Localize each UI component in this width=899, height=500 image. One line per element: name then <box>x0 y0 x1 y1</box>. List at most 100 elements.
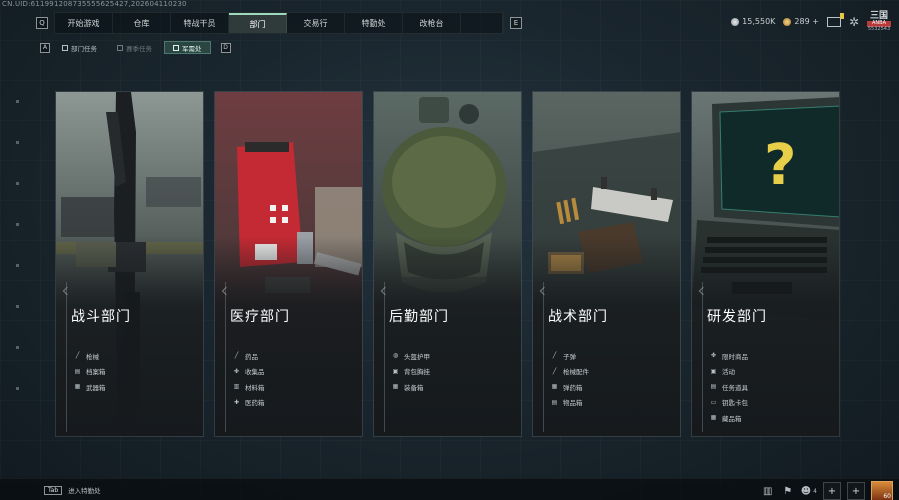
list-item[interactable]: ✚ 医药箱 <box>233 395 265 411</box>
weapon-box-icon: ▦ <box>74 383 81 391</box>
player-level: 60 <box>883 493 891 500</box>
avatar[interactable]: 60 <box>871 481 893 500</box>
special-service-shortcut[interactable]: Tab 进入特勤处 <box>44 485 101 495</box>
card-title: 后勤部门 <box>389 309 449 325</box>
tab-operators[interactable]: 特战干员 <box>171 13 229 33</box>
subtab-season-tasks[interactable]: 赛季任务 <box>109 41 160 54</box>
backpack-icon: ▣ <box>392 367 399 375</box>
helmet-armor-icon: ◍ <box>392 352 399 360</box>
subnav-prev-key[interactable]: A <box>40 42 50 53</box>
card-divider-line <box>225 282 226 432</box>
card-divider-line <box>66 282 67 432</box>
list-item[interactable]: ▤ 物品箱 <box>551 395 589 411</box>
gun-attachment-icon: ╱ <box>552 367 557 375</box>
subnav-next-key[interactable]: D <box>220 42 231 53</box>
season-icon <box>117 44 123 51</box>
card-shade <box>374 236 521 436</box>
list-item[interactable]: ╱ 枪械 <box>74 348 106 364</box>
bullet-icon: ╱ <box>552 352 557 360</box>
list-item[interactable]: ╱ 药品 <box>233 348 265 364</box>
tab-gunsmith[interactable]: 改枪台 <box>403 13 461 33</box>
friends-icon[interactable]: ☻ 4 <box>801 484 817 498</box>
card-rnd-department[interactable]: ? 研发部门 ✤ 限时商品 ▣ 活动 ▤ 任务道具 ▭ 钥匙卡包 ▦ 藏品箱 <box>691 91 840 437</box>
collection-box-icon: ▦ <box>710 414 717 422</box>
flag-icon[interactable]: ⚑ <box>781 484 795 498</box>
nav-prev-key[interactable]: Q <box>36 17 48 29</box>
svg-text:?: ? <box>764 133 796 198</box>
limited-goods-icon: ✤ <box>710 352 717 360</box>
tab-departments[interactable]: 部门 <box>229 13 287 33</box>
quartermaster-icon <box>173 44 179 51</box>
task-icon <box>62 44 68 51</box>
card-medical-department[interactable]: 医疗部门 ╱ 药品 ✤ 收集品 ▥ 材料箱 ✚ 医药箱 <box>214 91 363 437</box>
card-logistics-department[interactable]: 后勤部门 ◍ 头盔护甲 ▣ 背包胸挂 ▦ 装备箱 <box>373 91 522 437</box>
rifle-icon: ╱ <box>75 352 80 360</box>
list-item[interactable]: ▤ 档案箱 <box>74 364 106 380</box>
tab-start-game[interactable]: 开始游戏 <box>55 13 113 33</box>
equipment-box-icon: ▦ <box>392 383 399 391</box>
list-item[interactable]: ◍ 头盔护甲 <box>392 348 430 364</box>
gold-coin-icon <box>783 17 792 26</box>
activity-icon: ▣ <box>710 367 717 375</box>
list-item[interactable]: ▦ 弹药箱 <box>551 379 589 395</box>
list-item[interactable]: ▣ 活动 <box>710 364 748 380</box>
tab-special-service[interactable]: 特勤处 <box>345 13 403 33</box>
department-cards: 战斗部门 ╱ 枪械 ▤ 档案箱 ▦ 武器箱 医疗部门 ╱ 药品 ✤ 收集品 ▥ … <box>55 91 840 437</box>
list-item[interactable]: ▣ 背包胸挂 <box>392 364 430 380</box>
bottom-right-controls: ▥ ⚑ ☻ 4 + + 60 <box>761 481 893 500</box>
tab-trade[interactable]: 交易行 <box>287 13 345 33</box>
card-category-list: ╱ 药品 ✤ 收集品 ▥ 材料箱 ✚ 医药箱 <box>233 348 265 410</box>
silver-currency[interactable]: 15,550K <box>731 17 775 26</box>
gold-currency[interactable]: 289 + <box>783 17 819 26</box>
bottom-bar: Tab 进入特勤处 ▥ ⚑ ☻ 4 + + 60 <box>0 478 899 500</box>
list-item[interactable]: ▦ 武器箱 <box>74 379 106 395</box>
card-title: 医疗部门 <box>230 309 290 325</box>
add-teammate-button[interactable]: + <box>823 482 841 500</box>
mission-prop-icon: ▤ <box>710 383 717 391</box>
collectible-icon: ✤ <box>233 367 240 375</box>
list-item[interactable]: ✤ 限时商品 <box>710 348 748 364</box>
mail-icon[interactable] <box>826 12 844 27</box>
subtab-department-tasks[interactable]: 部门任务 <box>54 41 105 54</box>
card-shade <box>56 236 203 436</box>
medkit-icon: ✚ <box>233 398 240 406</box>
card-title: 战术部门 <box>548 309 608 325</box>
nav-next-key[interactable]: E <box>510 17 522 29</box>
list-item[interactable]: ╱ 枪械配件 <box>551 364 589 380</box>
tab-hint-label: 进入特勤处 <box>68 487 101 495</box>
list-item[interactable]: ✤ 收集品 <box>233 364 265 380</box>
list-item[interactable]: ╱ 子弹 <box>551 348 589 364</box>
brand-badge: 三国 ANBA 5532543 <box>867 11 891 32</box>
list-item[interactable]: ▭ 钥匙卡包 <box>710 395 748 411</box>
add-teammate-button-2[interactable]: + <box>847 482 865 500</box>
top-right-status: 15,550K 289 + ✲ 三国 ANBA 5532543 <box>731 11 891 32</box>
card-title: 研发部门 <box>707 309 767 325</box>
side-decoration <box>16 100 20 428</box>
tab-empty-slot <box>461 13 503 33</box>
list-item[interactable]: ▦ 藏品箱 <box>710 410 748 426</box>
ammo-box-icon: ▦ <box>551 383 558 391</box>
gear-icon[interactable]: ✲ <box>849 15 859 29</box>
uid-text: CN.UID:611991208735555625427,20260411023… <box>2 0 187 8</box>
nav-tab-bar: 开始游戏 仓库 特战干员 部门 交易行 特勤处 改枪台 <box>54 12 504 34</box>
card-divider-line <box>702 282 703 432</box>
list-item[interactable]: ▤ 任务道具 <box>710 379 748 395</box>
list-item[interactable]: ▥ 材料箱 <box>233 379 265 395</box>
friends-count: 4 <box>813 487 817 495</box>
syringe-icon: ╱ <box>234 352 239 360</box>
card-tactical-department[interactable]: 战术部门 ╱ 子弹 ╱ 枪械配件 ▦ 弹药箱 ▤ 物品箱 <box>532 91 681 437</box>
stats-chart-icon[interactable]: ▥ <box>761 484 775 498</box>
card-title: 战斗部门 <box>71 309 131 325</box>
card-category-list: ╱ 子弹 ╱ 枪械配件 ▦ 弹药箱 ▤ 物品箱 <box>551 348 589 410</box>
tab-key: Tab <box>44 485 63 495</box>
item-box-icon: ▤ <box>551 398 558 406</box>
card-combat-department[interactable]: 战斗部门 ╱ 枪械 ▤ 档案箱 ▦ 武器箱 <box>55 91 204 437</box>
card-category-list: ◍ 头盔护甲 ▣ 背包胸挂 ▦ 装备箱 <box>392 348 430 395</box>
tab-warehouse[interactable]: 仓库 <box>113 13 171 33</box>
card-divider-line <box>384 282 385 432</box>
card-category-list: ✤ 限时商品 ▣ 活动 ▤ 任务道具 ▭ 钥匙卡包 ▦ 藏品箱 <box>710 348 748 426</box>
key-card-icon: ▭ <box>710 398 717 406</box>
silver-coin-icon <box>731 17 740 26</box>
list-item[interactable]: ▦ 装备箱 <box>392 379 430 395</box>
subtab-quartermaster[interactable]: 军需处 <box>164 41 211 54</box>
